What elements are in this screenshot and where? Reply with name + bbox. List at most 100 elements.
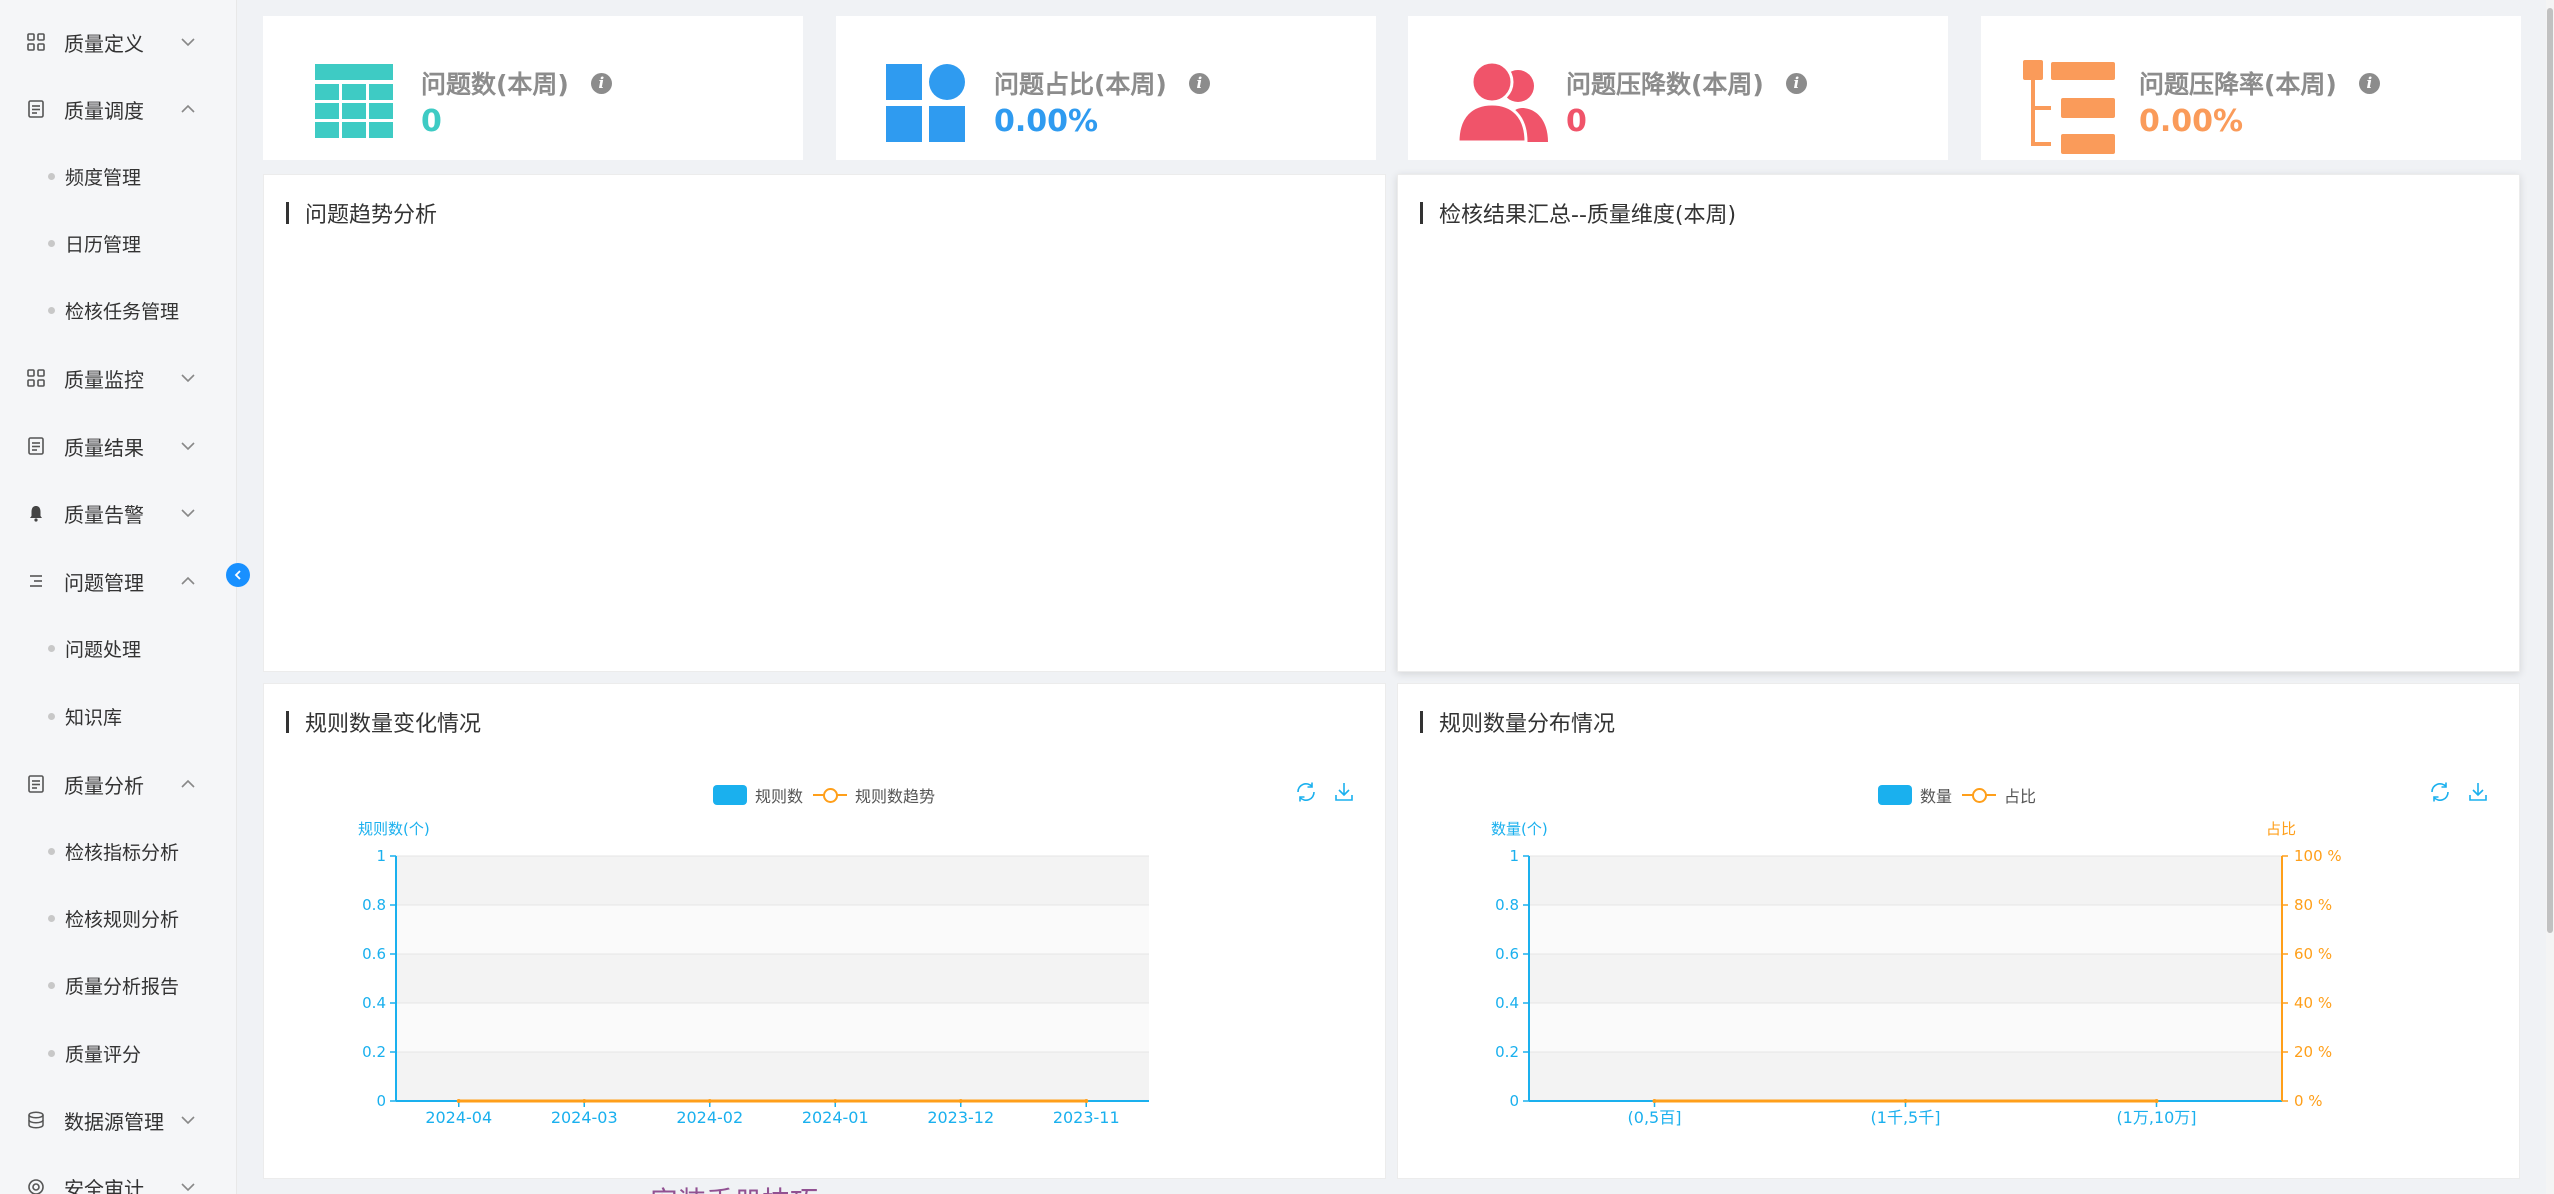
panel-rule-distribution: 规则数量分布情况 数量 占比 00 % 0.2 20 % 0.4 40 % 0.6 60 %… xyxy=(1397,683,2520,1179)
chevron-down-icon xyxy=(179,437,197,455)
sidebar-subitem-issue-handling[interactable]: 问题处理 xyxy=(0,620,236,676)
chevron-left-icon xyxy=(234,570,241,580)
bullet-dot xyxy=(48,712,55,720)
document-icon xyxy=(24,434,48,458)
y-right-axis-label: 占比 xyxy=(2266,820,2296,838)
line-point xyxy=(456,1099,461,1103)
sidebar-item-label: 质量调度 xyxy=(64,98,144,123)
stat-card-issue-count: 问题数(本周) i 0 xyxy=(263,16,803,160)
tree-icon xyxy=(2021,58,2115,154)
page-scrollbar[interactable] xyxy=(2546,0,2554,1194)
x-tick-label: 2024-01 xyxy=(802,1108,869,1127)
line-point xyxy=(1903,1099,1908,1103)
sidebar-item-security-audit[interactable]: 安全审计 xyxy=(0,1159,236,1194)
stat-title: 问题压降率(本周) i xyxy=(2139,65,2380,101)
document-icon xyxy=(24,97,48,121)
sidebar-subitem-frequency[interactable]: 频度管理 xyxy=(0,148,236,204)
sidebar-item-quality-analysis[interactable]: 质量分析 xyxy=(0,756,236,812)
sidebar-item-quality-result[interactable]: 质量结果 xyxy=(0,418,236,474)
y-tick-label: 0.2 xyxy=(1495,1043,1519,1061)
sidebar-item-quality-scheduling[interactable]: 质量调度 xyxy=(0,81,236,137)
info-icon[interactable]: i xyxy=(1188,72,1210,94)
list-indent-icon xyxy=(24,569,48,593)
audit-icon xyxy=(24,1175,48,1194)
x-tick-label: 2023-12 xyxy=(927,1108,994,1127)
line-point xyxy=(958,1099,963,1103)
sidebar-subitem-knowledge-base[interactable]: 知识库 xyxy=(0,688,236,744)
sidebar-item-label: 质量监控 xyxy=(64,367,144,392)
sidebar-subitem-indicator-analysis[interactable]: 检核指标分析 xyxy=(0,823,236,879)
chevron-down-icon xyxy=(179,1111,197,1129)
y-tick-label: 0.6 xyxy=(362,945,386,963)
y-tick-label: 0.8 xyxy=(362,896,386,914)
chevron-down-icon xyxy=(179,504,197,522)
sidebar-item-quality-alert[interactable]: 质量告警 xyxy=(0,485,236,541)
info-icon[interactable]: i xyxy=(1785,72,1807,94)
sidebar-item-label: 质量结果 xyxy=(64,435,144,460)
sidebar: 质量定义 质量调度 频度管理 日历管理 检核任务管理 质量监控 质量结果 质量告… xyxy=(0,0,237,1194)
sidebar-item-label: 数据源管理 xyxy=(64,1109,164,1134)
stat-value: 0.00% xyxy=(994,104,1099,139)
grid-band xyxy=(396,1003,1149,1052)
grid-band xyxy=(1529,954,2282,1003)
y-tick-label: 0.4 xyxy=(1495,994,1519,1012)
sidebar-collapse-button[interactable] xyxy=(226,563,250,587)
document-icon xyxy=(24,772,48,796)
watermark-text: 安装手册技巧 xyxy=(650,1180,818,1194)
sidebar-item-datasource[interactable]: 数据源管理 xyxy=(0,1092,236,1148)
sidebar-subitem-check-task[interactable]: 检核任务管理 xyxy=(0,282,236,338)
sidebar-subitem-label: 频度管理 xyxy=(65,166,142,189)
chevron-down-icon xyxy=(179,1178,197,1194)
y-tick-label: 0.2 xyxy=(362,1043,386,1061)
sidebar-subitem-label: 质量分析报告 xyxy=(65,975,180,998)
panel-title-text: 检核结果汇总--质量维度(本周) xyxy=(1439,203,1737,228)
x-tick-label: (1万,10万] xyxy=(2116,1108,2196,1127)
panel-rule-change: 规则数量变化情况 规则数 规则数趋势 0 0.2 0.4 0.6 0.8 1 规则数(个) 2… xyxy=(263,683,1386,1179)
grid-band xyxy=(396,954,1149,1003)
y-right-tick-label: 80 % xyxy=(2294,896,2332,914)
line-point xyxy=(1084,1099,1089,1103)
scrollbar-thumb[interactable] xyxy=(2547,8,2553,933)
stat-card-issue-ratio: 问题占比(本周) i 0.00% xyxy=(836,16,1376,160)
sidebar-item-label: 质量定义 xyxy=(64,31,144,56)
line-point xyxy=(2154,1099,2159,1103)
sidebar-item-quality-definition[interactable]: 质量定义 xyxy=(0,14,236,70)
info-icon[interactable]: i xyxy=(2358,72,2380,94)
bullet-dot xyxy=(48,1049,55,1057)
sidebar-subitem-label: 质量评分 xyxy=(65,1043,142,1066)
users-icon xyxy=(1454,58,1548,144)
grid-band xyxy=(1529,1052,2282,1101)
sidebar-subitem-calendar[interactable]: 日历管理 xyxy=(0,215,236,271)
y-right-tick-label: 40 % xyxy=(2294,994,2332,1012)
bullet-dot xyxy=(48,644,55,652)
stat-value: 0 xyxy=(421,104,442,139)
y-right-tick-label: 60 % xyxy=(2294,945,2332,963)
line-point xyxy=(1652,1099,1657,1103)
sidebar-item-issue-management[interactable]: 问题管理 xyxy=(0,553,236,609)
bullet-dot xyxy=(48,239,55,247)
bullet-dot xyxy=(48,981,55,989)
chevron-up-icon xyxy=(179,775,197,793)
title-bar xyxy=(1420,202,1423,224)
title-bar xyxy=(286,202,289,224)
grid-icon xyxy=(24,366,48,390)
grid-band xyxy=(396,905,1149,954)
sidebar-subitem-label: 检核任务管理 xyxy=(65,300,180,323)
info-icon[interactable]: i xyxy=(590,72,612,94)
bullet-dot xyxy=(48,847,55,855)
x-tick-label: 2024-03 xyxy=(551,1108,618,1127)
sidebar-subitem-quality-score[interactable]: 质量评分 xyxy=(0,1025,236,1081)
y-axis-label: 数量(个) xyxy=(1491,820,1548,838)
grid-band xyxy=(1529,905,2282,954)
panel-title-text: 问题趋势分析 xyxy=(305,203,438,228)
sidebar-subitem-analysis-report[interactable]: 质量分析报告 xyxy=(0,957,236,1013)
chevron-up-icon xyxy=(179,100,197,118)
sidebar-item-quality-monitor[interactable]: 质量监控 xyxy=(0,350,236,406)
y-tick-label: 0 xyxy=(376,1092,386,1110)
sidebar-subitem-label: 日历管理 xyxy=(65,233,142,256)
y-tick-label: 0.4 xyxy=(362,994,386,1012)
table-icon xyxy=(309,58,395,144)
sidebar-subitem-rule-analysis[interactable]: 检核规则分析 xyxy=(0,890,236,946)
stat-title: 问题占比(本周) i xyxy=(994,65,1210,101)
y-right-tick-label: 100 % xyxy=(2294,847,2342,865)
